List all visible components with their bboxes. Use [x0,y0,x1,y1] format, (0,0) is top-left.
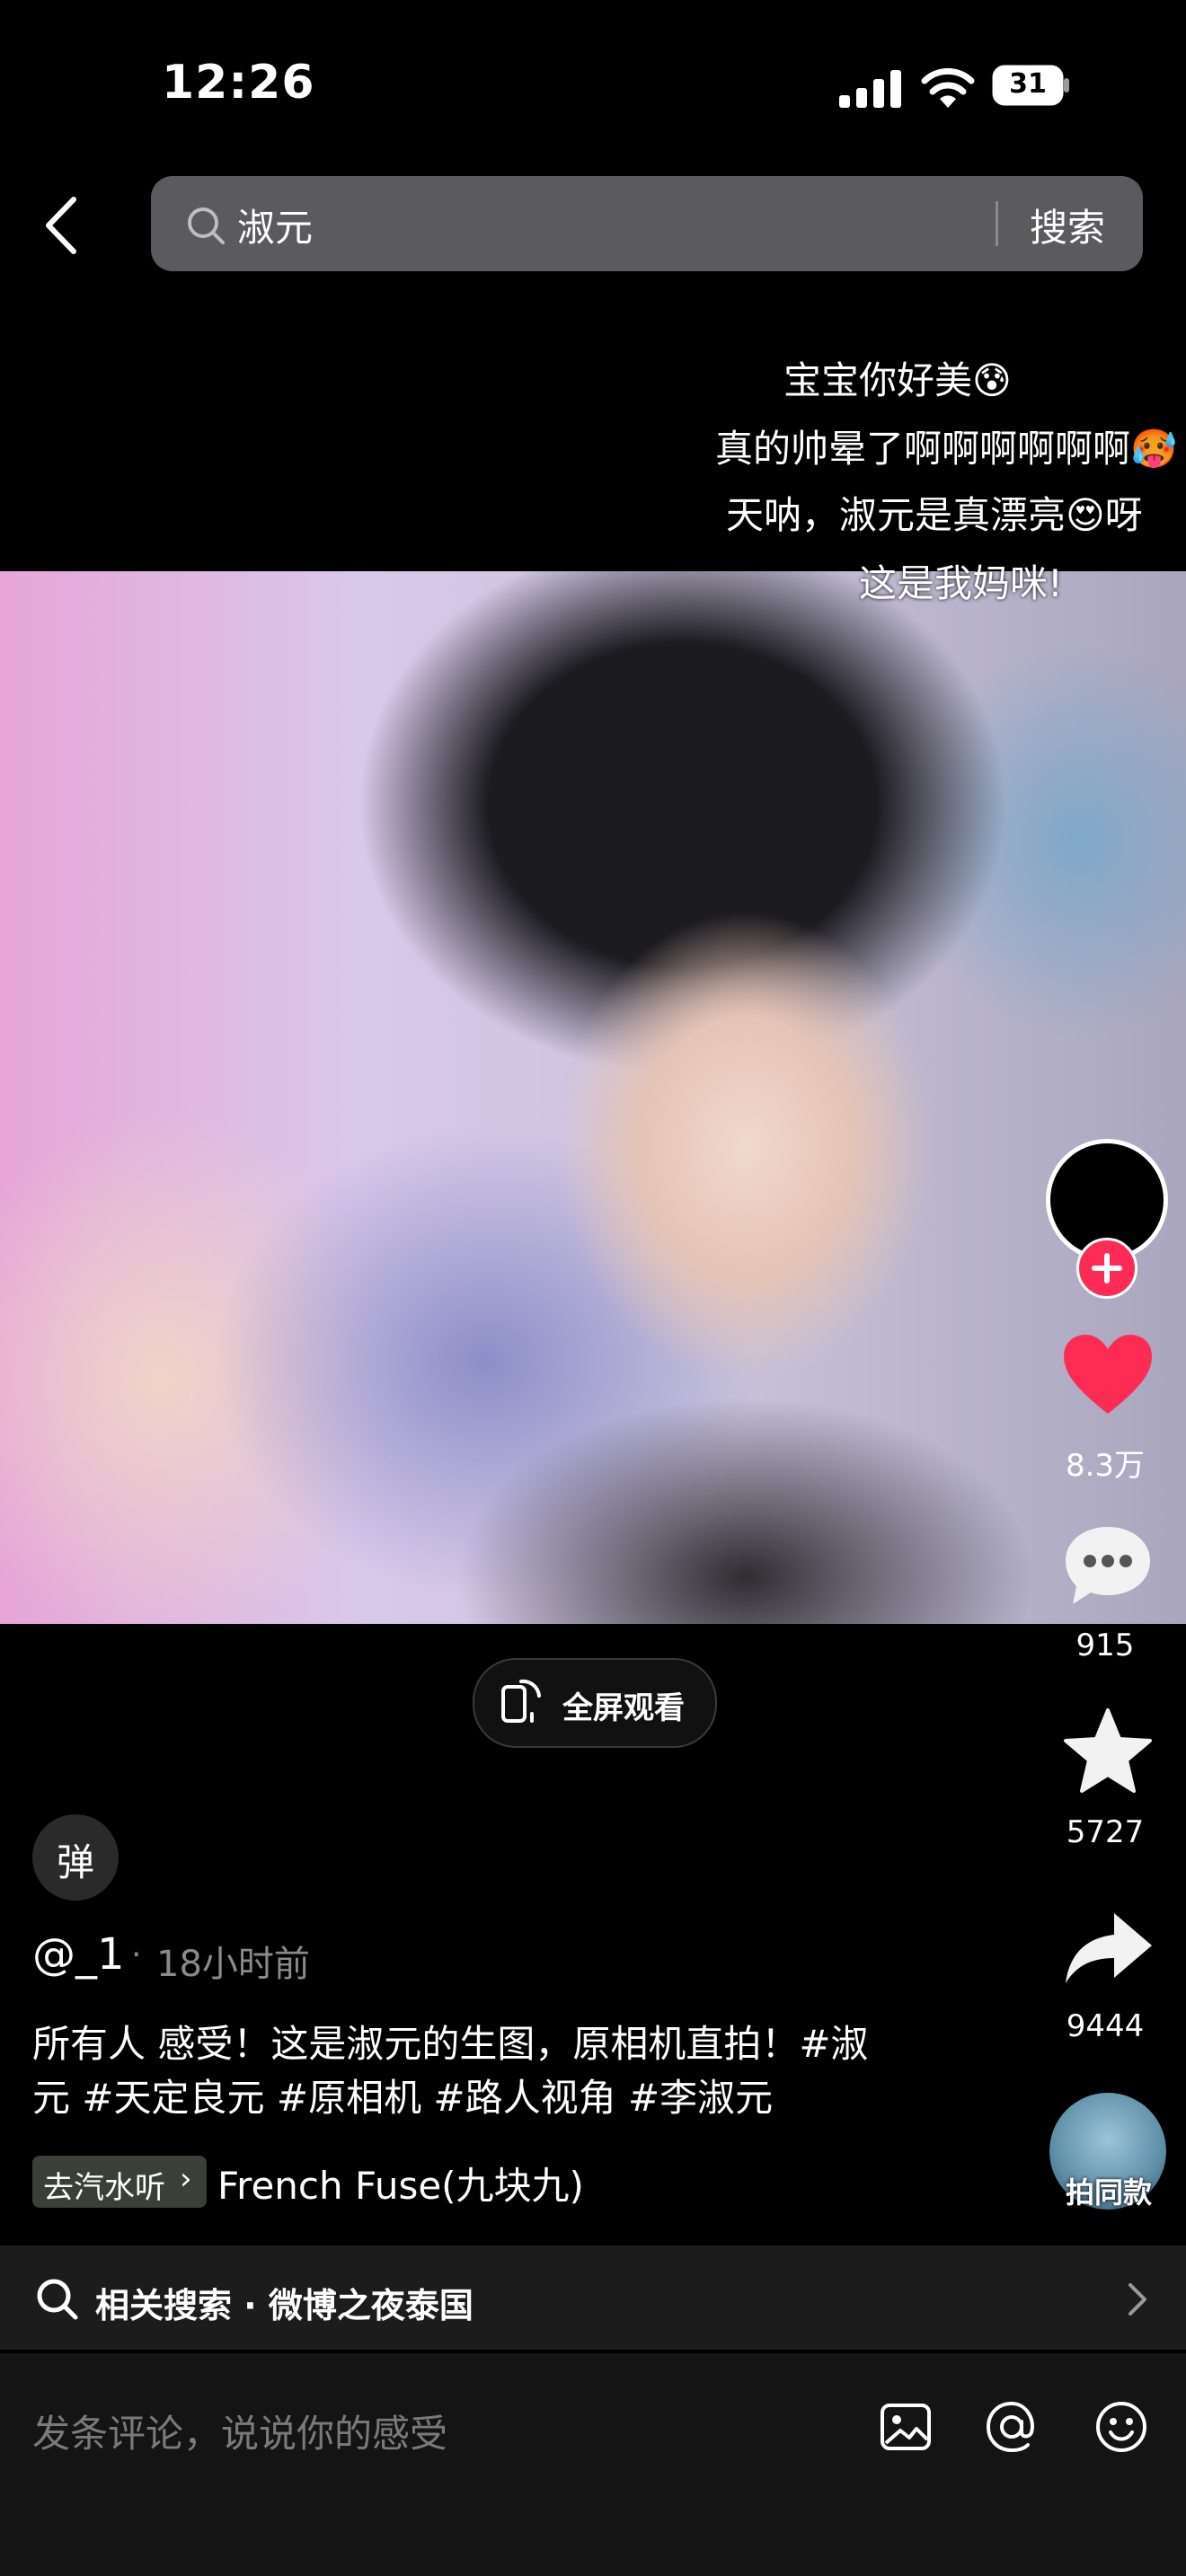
status-time: 12:26 [162,56,315,110]
search-button[interactable]: 搜索 [1030,198,1105,252]
back-arrow-icon[interactable] [41,194,81,257]
danmaku-comment: 真的帅晕了啊啊啊啊啊啊🥵 [715,427,1178,471]
battery-level: 31 [1009,68,1047,100]
post-time: 18小时前 [156,1944,310,1985]
plus-icon [1092,1253,1122,1284]
comment-bar [0,2353,1186,2576]
separator-dot: · [131,1936,142,1973]
emoji-icon[interactable] [1093,2398,1150,2456]
like-count: 8.3万 [1065,1448,1146,1484]
same-style-label[interactable]: 拍同款 [1033,2170,1184,2211]
share-icon[interactable] [1060,1906,1155,1996]
image-icon[interactable] [877,2398,934,2456]
danmaku-toggle-label: 弹 [56,1840,94,1884]
heart-icon[interactable] [1060,1331,1155,1421]
wifi-icon [921,67,975,108]
search-divider [996,201,998,246]
search-icon [37,2279,78,2320]
mention-icon[interactable] [983,2398,1040,2456]
danmaku-comment: 天呐，淑元是真漂亮😍呀 [726,493,1143,537]
follow-button[interactable] [1076,1238,1137,1299]
caption-line[interactable]: 元 #天定良元 #原相机 #路人视角 #李淑元 [32,2071,931,2125]
chevron-right-icon: › [180,2161,192,2197]
music-title[interactable]: French Fuse(九块九) [217,2156,584,2210]
share-count: 9444 [1066,2008,1145,2044]
chevron-right-icon [1128,2283,1146,2316]
comment-icon[interactable] [1060,1520,1155,1610]
author-username[interactable]: @_1 [32,1929,125,1980]
danmaku-comment: 宝宝你好美😰 [783,358,1012,402]
music-source-label: 去汽水听 [43,2170,165,2206]
fullscreen-label: 全屏观看 [562,1690,685,1726]
cellular-signal-icon [839,70,901,108]
danmaku-comment: 这是我妈咪! [859,561,1063,605]
rotate-screen-icon [501,1679,541,1723]
related-search-label[interactable]: 相关搜索 · 微博之夜泰国 [95,2278,474,2327]
caption-line[interactable]: 所有人 感受！这是淑元的生图，原相机直拍！#淑 [32,2017,931,2071]
comment-count: 915 [1075,1628,1135,1663]
search-icon [188,207,225,244]
star-icon[interactable] [1060,1707,1155,1796]
favorite-count: 5727 [1066,1814,1145,1850]
comment-input[interactable]: 发条评论，说说你的感受 [32,2404,447,2458]
video-frame[interactable] [0,571,1186,1624]
battery-icon: 31 [992,65,1071,106]
search-input[interactable]: 淑元 [237,198,313,252]
